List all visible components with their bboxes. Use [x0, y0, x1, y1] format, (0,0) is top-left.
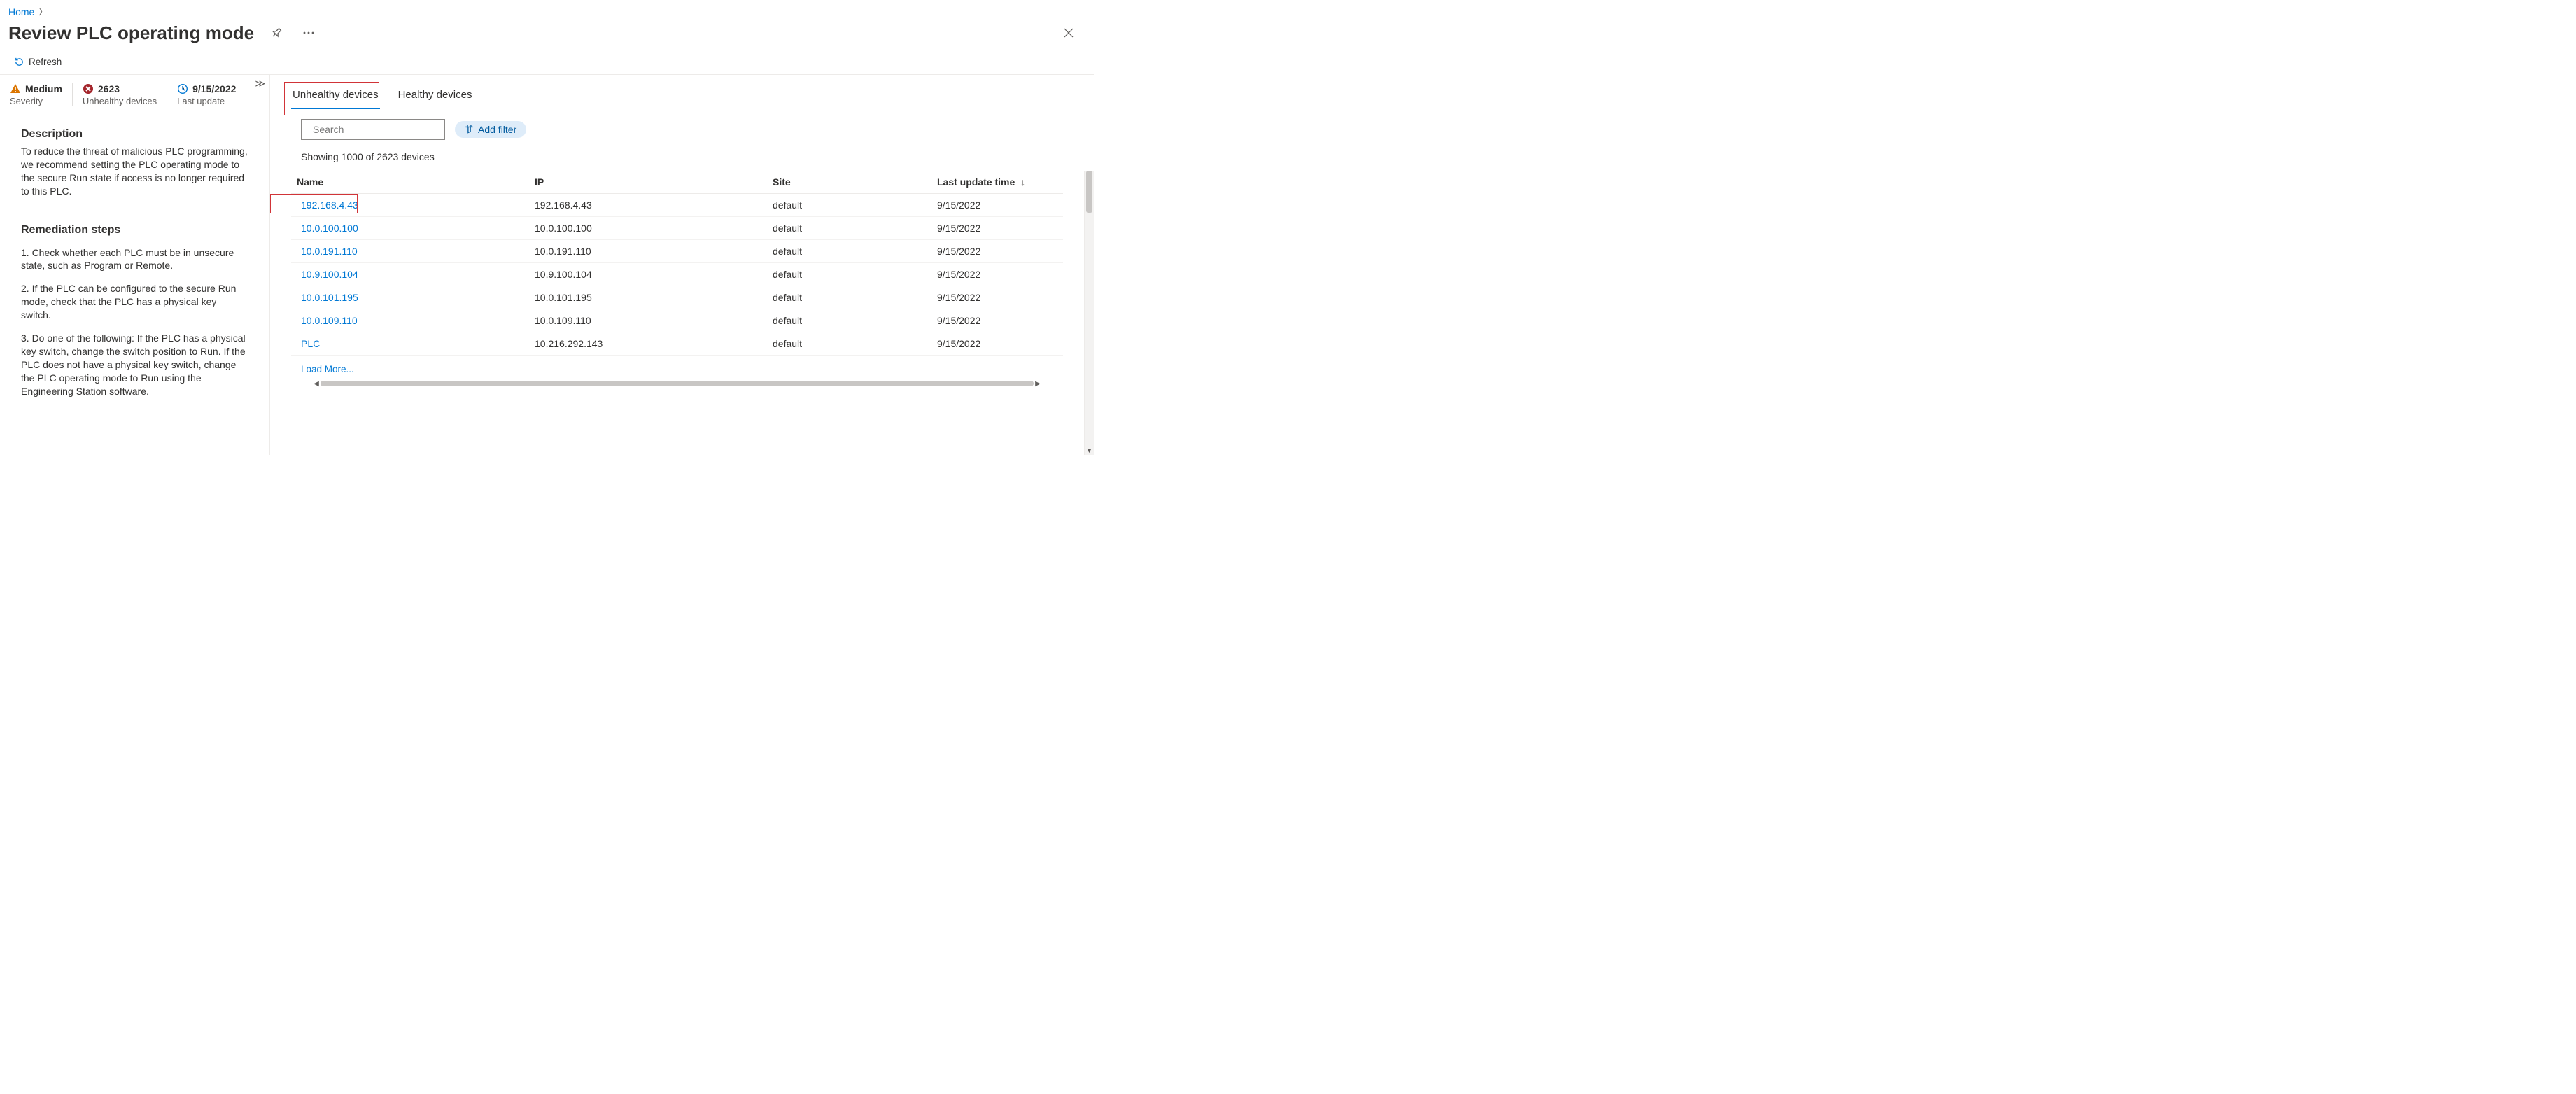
device-last-update: 9/15/2022 [931, 263, 1063, 286]
remediation-step: 1. Check whether each PLC must be in uns… [21, 246, 248, 273]
device-ip: 10.216.292.143 [529, 332, 767, 356]
device-ip: 10.0.100.100 [529, 217, 767, 240]
device-site: default [767, 286, 931, 309]
close-button[interactable] [1057, 22, 1080, 44]
last-update-card: 9/15/2022 Last update [167, 83, 246, 106]
unhealthy-label: Unhealthy devices [83, 96, 157, 106]
tab-unhealthy[interactable]: Unhealthy devices [291, 85, 380, 109]
more-icon[interactable] [299, 23, 318, 43]
table-row[interactable]: 10.0.100.10010.0.100.100default9/15/2022 [291, 217, 1063, 240]
device-ip: 10.0.191.110 [529, 240, 767, 263]
device-last-update: 9/15/2022 [931, 332, 1063, 356]
device-site: default [767, 194, 931, 217]
device-name-link[interactable]: 10.0.101.195 [301, 292, 358, 303]
table-row[interactable]: 10.0.109.11010.0.109.110default9/15/2022 [291, 309, 1063, 332]
device-last-update: 9/15/2022 [931, 309, 1063, 332]
device-last-update: 9/15/2022 [931, 194, 1063, 217]
device-name-link[interactable]: PLC [301, 338, 320, 349]
devices-pane: Unhealthy devices Healthy devices Add fi… [270, 75, 1094, 455]
error-icon [83, 83, 94, 94]
title-row: Review PLC operating mode [0, 20, 1094, 50]
pin-icon[interactable] [267, 23, 286, 43]
col-header-ip[interactable]: IP [529, 171, 767, 194]
scroll-right-icon[interactable]: ▶ [1034, 380, 1042, 388]
overflow-chevron-icon[interactable]: ≫ [255, 78, 265, 90]
remediation-step: 2. If the PLC can be configured to the s… [21, 282, 248, 322]
warning-icon [10, 83, 21, 94]
device-site: default [767, 309, 931, 332]
device-site: default [767, 217, 931, 240]
filter-row: Add filter [270, 109, 1094, 144]
breadcrumb-home[interactable]: Home [8, 6, 34, 17]
add-filter-label: Add filter [478, 124, 516, 135]
tabs: Unhealthy devices Healthy devices [270, 75, 1094, 109]
tab-healthy[interactable]: Healthy devices [397, 85, 474, 109]
device-site: default [767, 240, 931, 263]
device-site: default [767, 332, 931, 356]
device-ip: 192.168.4.43 [529, 194, 767, 217]
device-last-update: 9/15/2022 [931, 217, 1063, 240]
refresh-label: Refresh [29, 57, 62, 67]
clock-icon [177, 83, 188, 94]
hscroll-track[interactable] [321, 381, 1034, 386]
description-section: Description To reduce the threat of mali… [0, 115, 269, 211]
devices-table: Name IP Site Last update time ↓ 192.168.… [270, 171, 1084, 455]
vscroll-thumb[interactable] [1086, 171, 1092, 213]
device-name-link[interactable]: 10.0.100.100 [301, 223, 358, 234]
col-header-last-update-label: Last update time [937, 176, 1015, 188]
sort-descending-icon: ↓ [1020, 176, 1025, 188]
device-last-update: 9/15/2022 [931, 286, 1063, 309]
description-heading: Description [21, 128, 248, 141]
table-row[interactable]: 10.0.101.19510.0.101.195default9/15/2022 [291, 286, 1063, 309]
last-update-value: 9/15/2022 [192, 83, 236, 94]
severity-value: Medium [25, 83, 62, 94]
scroll-down-icon[interactable]: ▼ [1085, 447, 1094, 455]
last-update-label: Last update [177, 96, 236, 106]
severity-label: Severity [10, 96, 62, 106]
device-name-link[interactable]: 192.168.4.43 [301, 199, 358, 211]
scroll-left-icon[interactable]: ◀ [312, 380, 321, 388]
details-pane: Medium Severity 2623 Unhealthy devices 9… [0, 75, 270, 455]
device-ip: 10.9.100.104 [529, 263, 767, 286]
vertical-scrollbar[interactable]: ▲ ▼ [1084, 171, 1094, 455]
refresh-icon [14, 57, 24, 67]
col-header-site[interactable]: Site [767, 171, 931, 194]
device-name-link[interactable]: 10.9.100.104 [301, 269, 358, 280]
unhealthy-value: 2623 [98, 83, 120, 94]
horizontal-scrollbar[interactable]: ◀ ▶ [312, 379, 1042, 388]
command-bar: Refresh [0, 50, 1094, 75]
remediation-section: Remediation steps 1. Check whether each … [0, 211, 269, 421]
remediation-step: 3. Do one of the following: If the PLC h… [21, 332, 248, 398]
device-ip: 10.0.101.195 [529, 286, 767, 309]
page-title: Review PLC operating mode [8, 22, 254, 44]
refresh-button[interactable]: Refresh [10, 54, 66, 70]
description-body: To reduce the threat of malicious PLC pr… [21, 145, 248, 198]
device-last-update: 9/15/2022 [931, 240, 1063, 263]
chevron-right-icon: 〉 [38, 6, 47, 17]
table-row[interactable]: 10.9.100.10410.9.100.104default9/15/2022 [291, 263, 1063, 286]
load-more-link[interactable]: Load More... [301, 364, 354, 374]
showing-count: Showing 1000 of 2623 devices [270, 144, 1094, 171]
device-ip: 10.0.109.110 [529, 309, 767, 332]
search-field[interactable] [313, 124, 439, 135]
col-header-name[interactable]: Name [291, 171, 529, 194]
table-row[interactable]: PLC 10.216.292.143default9/15/2022 [291, 332, 1063, 356]
col-header-last-update[interactable]: Last update time ↓ [931, 171, 1063, 194]
table-row[interactable]: 10.0.191.11010.0.191.110default9/15/2022 [291, 240, 1063, 263]
add-filter-button[interactable]: Add filter [455, 121, 526, 138]
unhealthy-card: 2623 Unhealthy devices [73, 83, 167, 106]
device-name-link[interactable]: 10.0.191.110 [301, 246, 358, 257]
filter-icon [465, 125, 474, 134]
device-name-link[interactable]: 10.0.109.110 [301, 315, 358, 326]
summary-strip: Medium Severity 2623 Unhealthy devices 9… [0, 75, 269, 115]
remediation-heading: Remediation steps [21, 224, 248, 237]
severity-card: Medium Severity [10, 83, 73, 106]
device-site: default [767, 263, 931, 286]
search-input[interactable] [301, 119, 445, 140]
table-row[interactable]: 192.168.4.43192.168.4.43default9/15/2022 [291, 194, 1063, 217]
breadcrumb: Home 〉 [0, 0, 1094, 20]
